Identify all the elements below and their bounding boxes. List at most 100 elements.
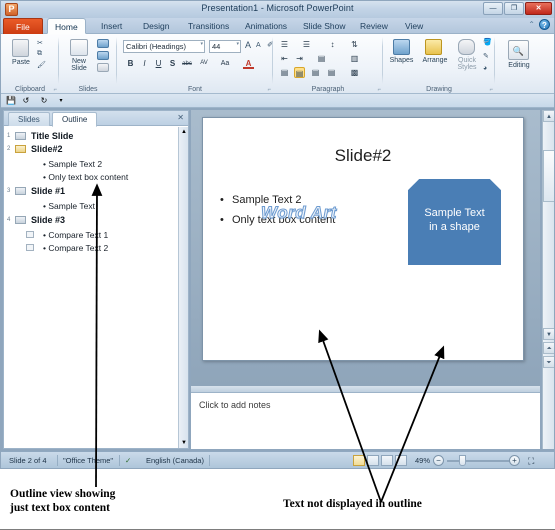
font-size-combo[interactable]: 44	[209, 40, 241, 53]
outline-row[interactable]: 1 Title Slide	[4, 130, 178, 143]
strikethrough-button[interactable]: abc	[180, 59, 194, 70]
slide-title-placeholder[interactable]: Slide#2	[203, 146, 523, 166]
text-shadow-button[interactable]: S	[167, 58, 178, 69]
zoom-slider-handle[interactable]	[459, 455, 466, 466]
clipboard-dialog-launcher[interactable]: ⌐	[53, 87, 57, 93]
character-spacing-button[interactable]: AV	[197, 58, 211, 69]
shape-fill-icon[interactable]: 🪣	[483, 38, 492, 46]
customize-qat-icon[interactable]: ▾	[56, 96, 66, 106]
quick-styles-icon[interactable]	[458, 39, 475, 55]
notes-pane[interactable]: Click to add notes	[191, 392, 540, 449]
help-icon[interactable]: ?	[539, 19, 550, 30]
next-slide-button[interactable]: ⏷	[543, 356, 554, 368]
outline-bullet[interactable]: Only text box content	[43, 172, 128, 182]
theme-name[interactable]: "Office Theme"	[63, 456, 113, 465]
convert-smartart-button[interactable]: ▩	[349, 67, 360, 78]
paste-icon[interactable]	[12, 39, 29, 57]
text-direction-button[interactable]: ⇅	[349, 39, 360, 50]
grow-font-icon[interactable]: A	[245, 40, 251, 50]
increase-indent-button[interactable]: ⇥	[294, 53, 305, 64]
shapes-button[interactable]: Shapes	[385, 57, 418, 64]
change-case-button[interactable]: Aa	[218, 58, 232, 69]
outline-slide-title[interactable]: Slide #1	[31, 186, 65, 196]
columns-button[interactable]: ▥	[349, 53, 360, 64]
slide-thumbnail-icon[interactable]	[15, 132, 26, 140]
outline-scroll-up-icon[interactable]: ▲	[179, 127, 189, 137]
scroll-up-button[interactable]: ▲	[543, 110, 554, 122]
underline-button[interactable]: U	[153, 58, 164, 69]
spellcheck-icon[interactable]: ✓	[125, 456, 131, 465]
slide-layout-icon[interactable]	[97, 39, 109, 48]
outline-row[interactable]: Only text box content	[4, 170, 178, 183]
shrink-font-icon[interactable]: A	[256, 42, 261, 49]
zoom-slider-track[interactable]	[447, 460, 513, 462]
tab-review[interactable]: Review	[353, 18, 395, 34]
align-text-button[interactable]: ▤	[316, 53, 327, 64]
paste-button[interactable]: Paste	[5, 59, 37, 66]
slide-reset-icon[interactable]	[97, 51, 109, 60]
word-art-object[interactable]: Word Art	[261, 203, 337, 223]
outline-row[interactable]: Sample Text 2	[4, 157, 178, 170]
align-right-button[interactable]: ▤	[310, 67, 321, 78]
format-painter-icon[interactable]: 🖌	[37, 61, 46, 69]
outline-row[interactable]: 3 Slide #1	[4, 185, 178, 199]
zoom-in-button[interactable]: +	[509, 455, 520, 466]
font-color-button[interactable]: A	[243, 58, 254, 69]
scroll-down-button[interactable]: ▼	[543, 328, 554, 340]
editing-button[interactable]: Editing	[503, 62, 535, 69]
numbering-button[interactable]: ☰	[301, 39, 312, 50]
outline-row[interactable]: Compare Text 1	[4, 228, 178, 241]
close-button[interactable]: ✕	[525, 2, 552, 15]
shape-effects-icon[interactable]: ◕	[483, 65, 487, 72]
shape-outline-icon[interactable]: ✎	[483, 52, 489, 60]
previous-slide-button[interactable]: ⏶	[543, 342, 554, 354]
outline-row[interactable]: 4 Slide #3	[4, 214, 178, 228]
editing-binoculars-icon[interactable]: 🔍	[508, 40, 529, 60]
arrange-icon[interactable]	[425, 39, 442, 55]
view-reading-button[interactable]	[381, 455, 393, 466]
outline-slide-title[interactable]: Slide#2	[31, 144, 63, 154]
zoom-out-button[interactable]: −	[433, 455, 444, 466]
tab-view[interactable]: View	[398, 18, 430, 34]
tab-slides[interactable]: Slides	[8, 112, 50, 126]
outline-scrollbar[interactable]: ▲ ▼	[178, 127, 188, 448]
shapes-icon[interactable]	[393, 39, 410, 55]
restore-button[interactable]: ❐	[504, 2, 524, 15]
paragraph-dialog-launcher[interactable]: ⌐	[377, 87, 381, 93]
new-slide-button[interactable]: New Slide	[62, 58, 96, 73]
shape-object[interactable]: Sample Text in a shape	[408, 179, 501, 265]
view-slide-sorter-button[interactable]	[367, 455, 379, 466]
zoom-level[interactable]: 49%	[415, 456, 430, 465]
outline-bullet[interactable]: Sample Text	[43, 201, 95, 211]
save-icon[interactable]: 💾	[6, 96, 16, 106]
quick-styles-button[interactable]: Quick Styles	[451, 57, 483, 72]
undo-icon[interactable]: ↺	[21, 96, 31, 106]
tab-slide-show[interactable]: Slide Show	[296, 18, 353, 34]
italic-button[interactable]: I	[139, 58, 150, 69]
minimize-button[interactable]: —	[483, 2, 503, 15]
cut-icon[interactable]: ✂	[37, 39, 43, 47]
slide-pane-scrollbar[interactable]: ▲ ▼ ⏶ ⏷	[542, 110, 554, 449]
tab-outline[interactable]: Outline	[52, 112, 98, 127]
slide-editing-area[interactable]: Slide#2 Sample Text 2 Only text box cont…	[191, 110, 540, 386]
slide-thumbnail-icon[interactable]	[15, 187, 26, 195]
outline-bullet[interactable]: Compare Text 1	[43, 230, 108, 240]
bullets-button[interactable]: ☰	[279, 39, 290, 50]
outline-row[interactable]: Compare Text 2	[4, 241, 178, 254]
slide-thumbnail-icon[interactable]	[15, 216, 26, 224]
outline-row[interactable]: 2 Slide#2	[4, 143, 178, 157]
tab-transitions[interactable]: Transitions	[181, 18, 236, 34]
tab-design[interactable]: Design	[136, 18, 176, 34]
outline-scroll-down-icon[interactable]: ▼	[179, 438, 189, 448]
new-slide-icon[interactable]	[70, 39, 88, 56]
tab-insert[interactable]: Insert	[94, 18, 129, 34]
decrease-indent-button[interactable]: ⇤	[279, 53, 290, 64]
close-pane-icon[interactable]: ✕	[177, 113, 184, 122]
outline-bullet[interactable]: Compare Text 2	[43, 243, 108, 253]
language-indicator[interactable]: English (Canada)	[146, 456, 204, 465]
outline-list[interactable]: 1 Title Slide 2 Slide#2 Sample Text 2	[4, 127, 178, 448]
view-normal-button[interactable]	[353, 455, 365, 466]
outline-bullet[interactable]: Sample Text 2	[43, 159, 102, 169]
slide-thumbnail-icon[interactable]	[15, 145, 26, 153]
notes-placeholder[interactable]: Click to add notes	[199, 400, 271, 410]
